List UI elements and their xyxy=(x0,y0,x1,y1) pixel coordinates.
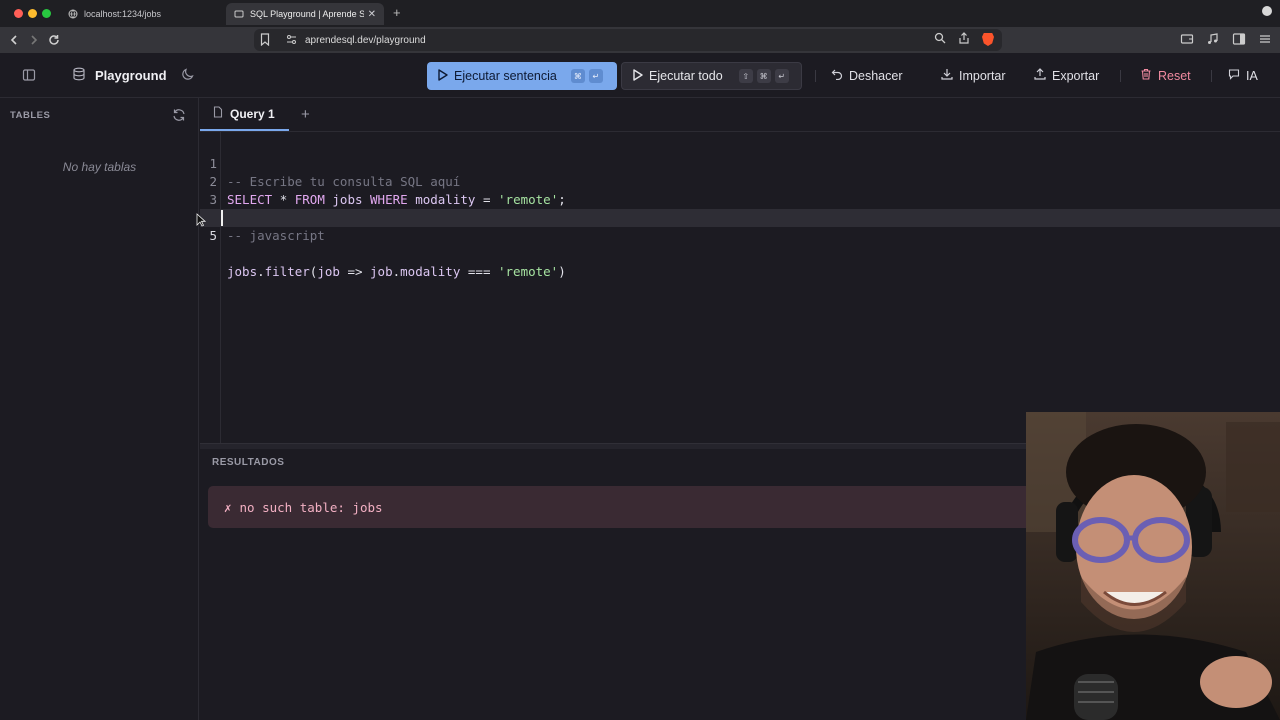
tab-label: Query 1 xyxy=(230,106,275,121)
import-label: Importar xyxy=(959,68,1006,83)
trash-icon xyxy=(1140,68,1152,83)
shortcut-key: ↵ xyxy=(588,69,603,83)
tables-sidebar: TABLES No hay tablas xyxy=(0,98,199,720)
code-text: jobs.filter(job => job.modality === 'rem… xyxy=(227,264,566,279)
window-minimize-button[interactable] xyxy=(28,9,37,18)
dark-mode-toggle-icon[interactable] xyxy=(181,67,195,86)
code-line[interactable]: 4 -- javascript xyxy=(200,191,1280,243)
code-editor[interactable]: 1 -- Escribe tu consulta SQL aquí 2 SELE… xyxy=(200,132,1280,443)
window-close-button[interactable] xyxy=(14,9,23,18)
run-all-label: Ejecutar todo xyxy=(649,69,723,83)
window-maximize-button[interactable] xyxy=(42,9,51,18)
upload-icon xyxy=(1034,68,1046,83)
shortcut-key: ⌘ xyxy=(756,69,771,83)
site-favicon-icon xyxy=(234,9,244,19)
undo-label: Deshacer xyxy=(849,68,903,83)
bookmark-icon[interactable] xyxy=(260,33,270,49)
divider xyxy=(1120,70,1121,82)
error-icon: ✗ xyxy=(224,499,232,515)
browser-tab-bar: localhost:1234/jobs SQL Playground | Apr… xyxy=(0,0,1280,27)
share-icon[interactable] xyxy=(958,32,970,47)
presenter-video-image xyxy=(1026,412,1280,720)
run-statement-button[interactable]: Ejecutar sentencia ⌘ ↵ xyxy=(427,62,617,90)
run-statement-label: Ejecutar sentencia xyxy=(454,69,557,83)
undo-icon xyxy=(831,68,843,83)
tab-title: SQL Playground | Aprende SQL xyxy=(250,9,364,19)
play-icon xyxy=(632,68,643,84)
database-icon xyxy=(72,67,86,84)
address-bar[interactable]: aprendesql.dev/playground xyxy=(254,29,1002,51)
sidebar-panel-icon[interactable] xyxy=(1232,32,1246,51)
text-cursor xyxy=(221,210,223,226)
empty-tables-message: No hay tablas xyxy=(62,160,137,174)
new-tab-button[interactable]: + xyxy=(393,5,401,20)
code-line[interactable]: 3 xyxy=(200,173,1280,207)
divider xyxy=(815,70,816,82)
app-header: Playground Ejecutar sentencia ⌘ ↵ Ejecut… xyxy=(0,53,1280,98)
browser-tab-playground[interactable]: SQL Playground | Aprende SQL ✕ xyxy=(226,3,384,25)
code-line-active[interactable]: 5 jobs.filter(job => job.modality === 'r… xyxy=(200,209,1280,279)
divider xyxy=(1211,70,1212,82)
browser-toolbar: aprendesql.dev/playground xyxy=(0,27,1280,53)
code-line[interactable]: 1 -- Escribe tu consulta SQL aquí xyxy=(200,137,1280,189)
reset-label: Reset xyxy=(1158,68,1191,83)
url-text: aprendesql.dev/playground xyxy=(305,35,426,46)
shortcut-key: ⇧ xyxy=(738,69,753,83)
ai-label: IA xyxy=(1246,68,1258,83)
add-tab-button[interactable]: + xyxy=(301,106,310,123)
brave-shields-icon[interactable] xyxy=(982,33,994,46)
wallet-icon[interactable] xyxy=(1180,32,1194,51)
ai-button[interactable]: IA xyxy=(1228,68,1258,83)
export-button[interactable]: Exportar xyxy=(1034,68,1099,83)
play-icon xyxy=(437,68,448,84)
download-icon xyxy=(941,68,953,83)
error-text: no such table: jobs xyxy=(239,499,383,515)
close-tab-icon[interactable]: ✕ xyxy=(368,9,376,20)
sidebar-toggle-icon[interactable] xyxy=(22,68,36,87)
refresh-icon[interactable] xyxy=(172,108,186,127)
media-icon[interactable] xyxy=(1206,32,1220,51)
brand-title: Playground xyxy=(95,68,167,83)
shortcut-key: ↵ xyxy=(774,69,789,83)
tab-title: localhost:1234/jobs xyxy=(84,9,162,19)
editor-tab-bar: Query 1 + xyxy=(200,98,1280,132)
mouse-pointer-icon xyxy=(196,213,207,232)
chat-icon xyxy=(1228,68,1240,83)
menu-icon[interactable] xyxy=(1258,32,1272,51)
code-text: -- javascript xyxy=(227,228,325,243)
shortcut-key: ⌘ xyxy=(570,69,585,83)
run-all-button[interactable]: Ejecutar todo ⇧ ⌘ ↵ xyxy=(621,62,802,90)
profile-icon[interactable] xyxy=(1262,6,1272,16)
sidebar-title: TABLES xyxy=(10,110,51,121)
reload-icon[interactable] xyxy=(46,32,62,48)
reset-button[interactable]: Reset xyxy=(1140,68,1191,83)
forward-icon[interactable] xyxy=(26,32,42,48)
globe-icon xyxy=(68,9,78,19)
zoom-icon[interactable] xyxy=(934,32,946,47)
back-icon[interactable] xyxy=(6,32,22,48)
file-icon xyxy=(213,106,223,121)
brand: Playground xyxy=(72,67,167,84)
site-settings-icon[interactable] xyxy=(286,34,297,48)
undo-button[interactable]: Deshacer xyxy=(831,68,903,83)
webcam-overlay xyxy=(1026,412,1280,720)
browser-tab-localhost[interactable]: localhost:1234/jobs xyxy=(60,3,226,25)
import-button[interactable]: Importar xyxy=(941,68,1006,83)
export-label: Exportar xyxy=(1052,68,1100,83)
tab-query-1[interactable]: Query 1 xyxy=(200,98,289,131)
results-title: RESULTADOS xyxy=(212,457,285,468)
code-line[interactable]: 2 SELECT * FROM jobs WHERE modality = 'r… xyxy=(200,155,1280,207)
